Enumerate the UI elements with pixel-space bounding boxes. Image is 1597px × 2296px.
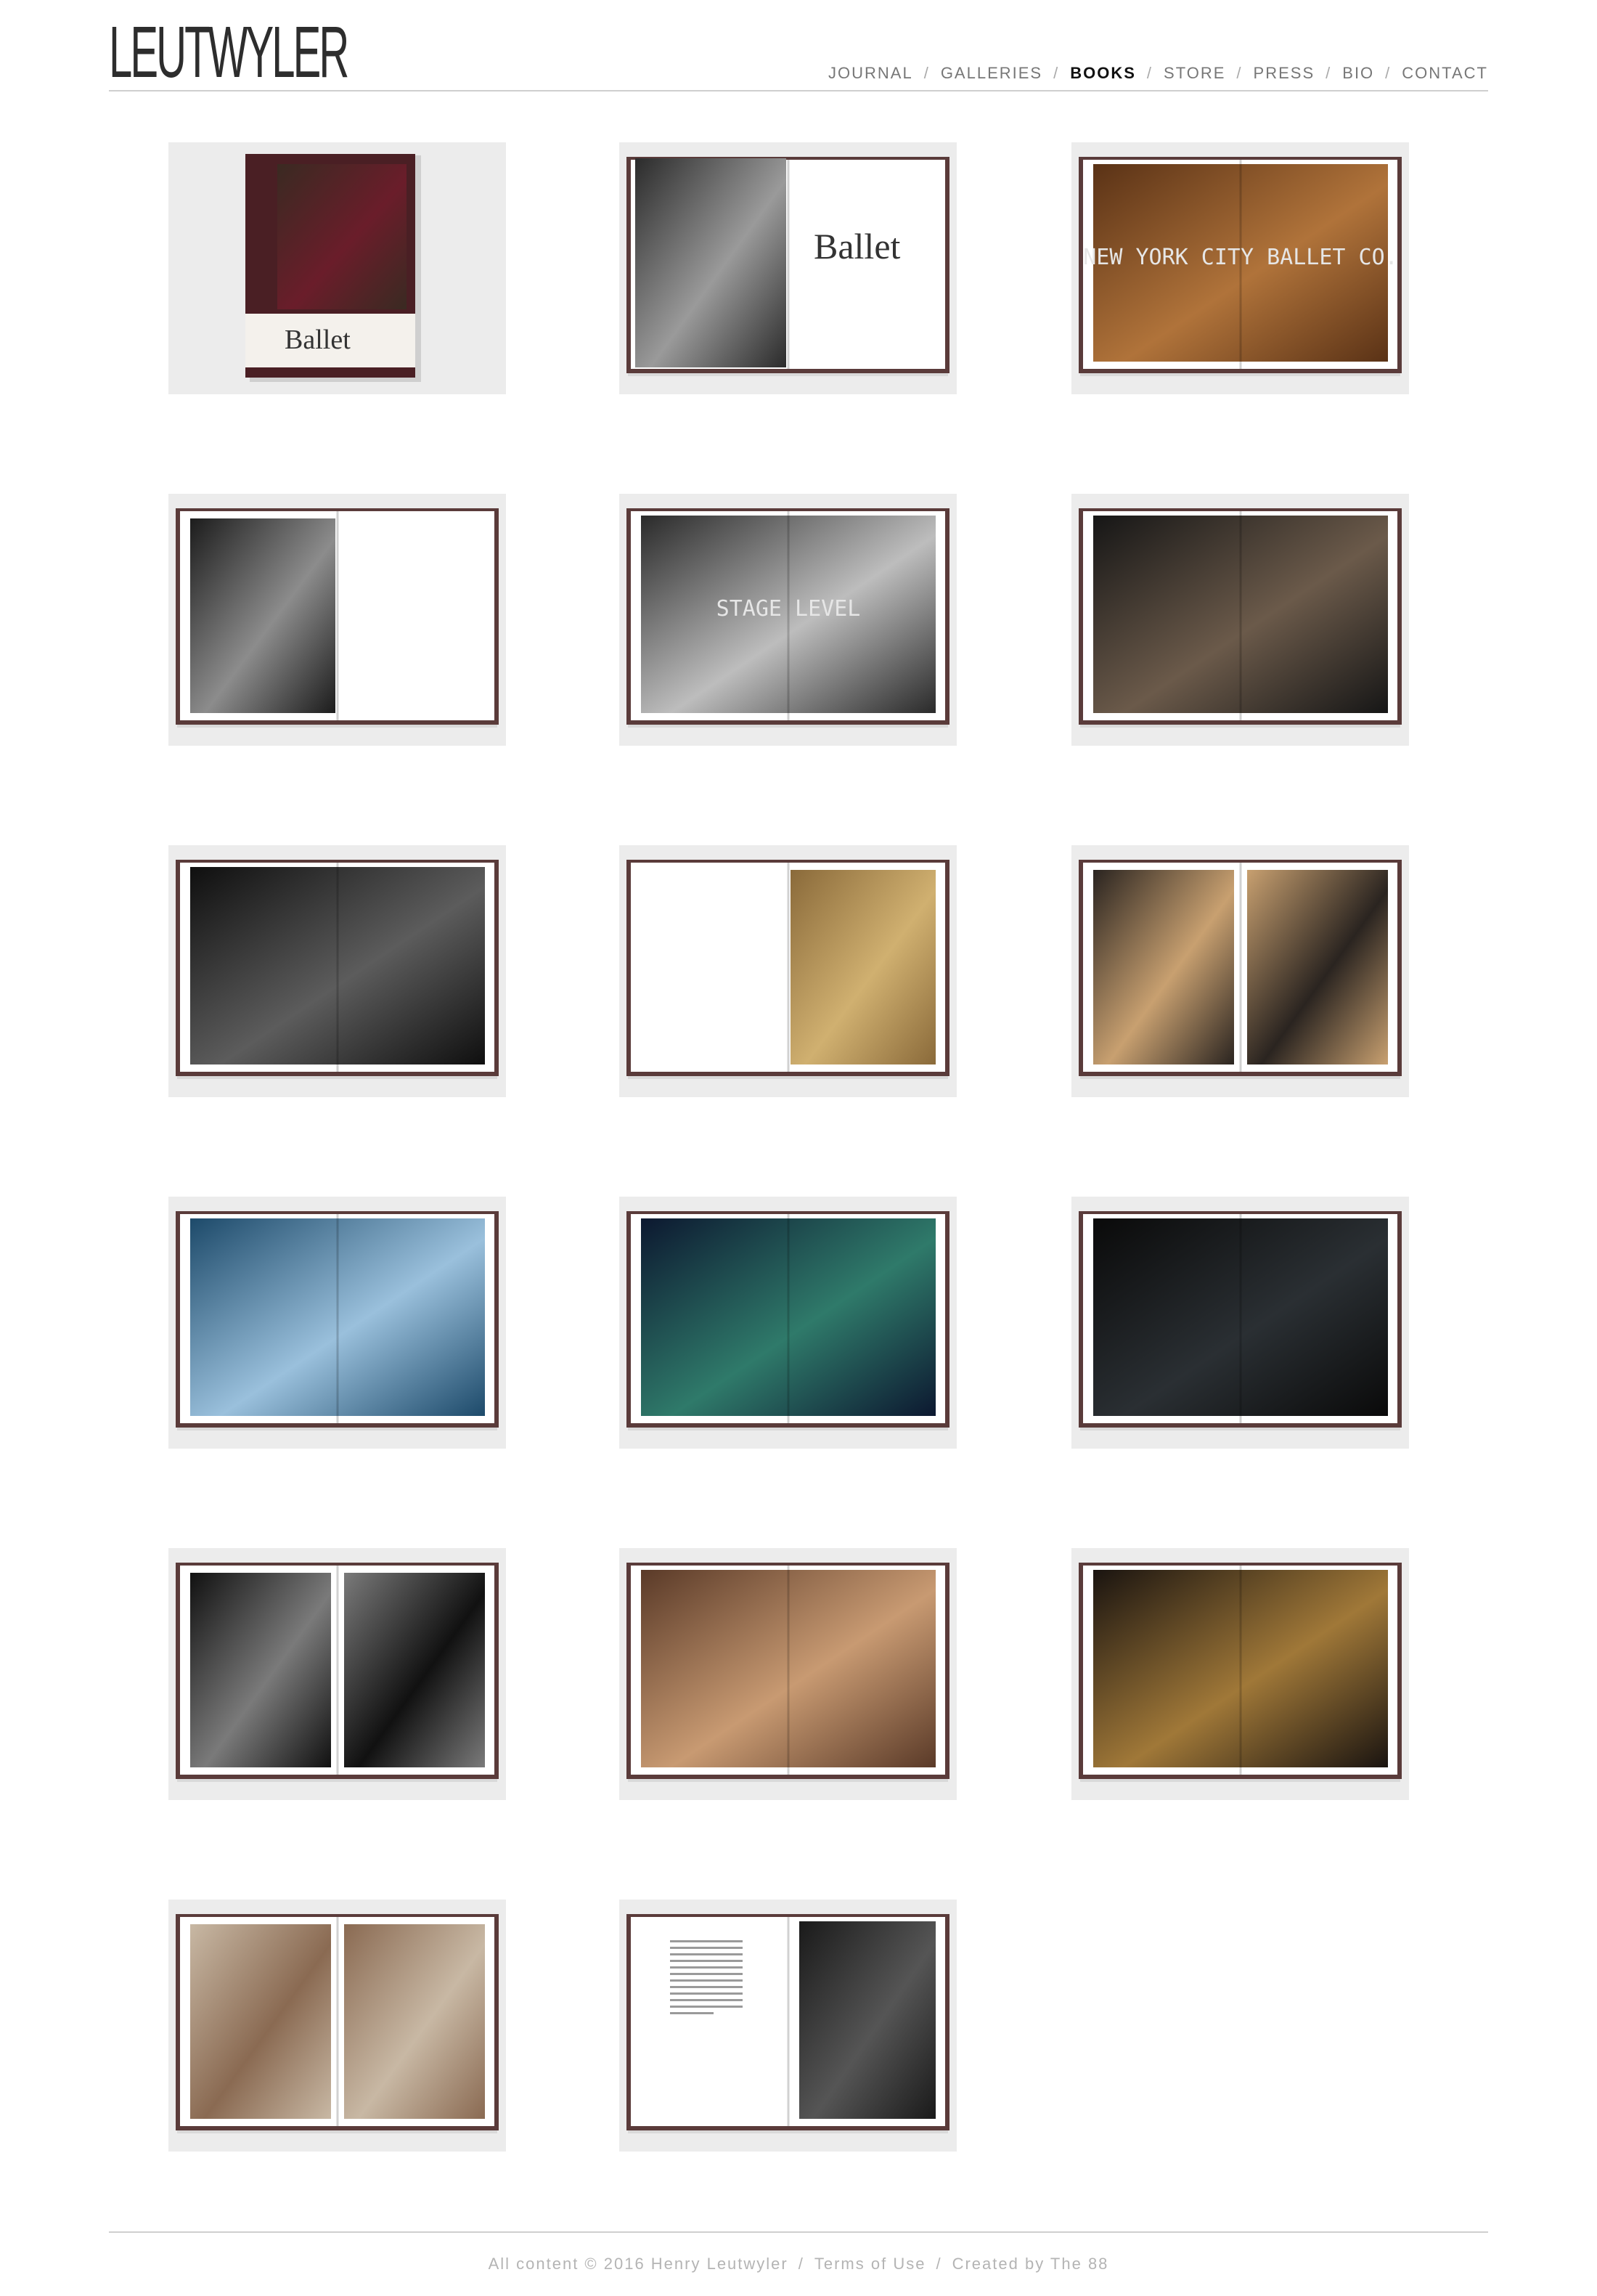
- book-spread-thumbnail[interactable]: [168, 845, 506, 1097]
- book-spread-thumbnail[interactable]: [168, 1197, 506, 1449]
- nav-separator: /: [1146, 64, 1153, 82]
- nav-books[interactable]: BOOKS: [1070, 64, 1136, 83]
- book-spread-thumbnail[interactable]: [1071, 845, 1409, 1097]
- book-spread-image: STAGE LEVEL: [626, 508, 949, 728]
- nav-press[interactable]: PRESS: [1254, 64, 1315, 83]
- svg-text:Ballet: Ballet: [285, 325, 351, 355]
- nav-separator: /: [1326, 64, 1332, 82]
- book-spread-thumbnail[interactable]: [1071, 1197, 1409, 1449]
- credit-link[interactable]: Created by The 88: [952, 2255, 1109, 2273]
- footer-separator: /: [798, 2255, 804, 2273]
- terms-link[interactable]: Terms of Use: [814, 2255, 926, 2273]
- nav-separator: /: [1053, 64, 1060, 82]
- nav-separator: /: [923, 64, 930, 82]
- book-spread-thumbnail[interactable]: Ballet: [619, 142, 957, 394]
- book-spread-image: [176, 860, 499, 1079]
- footer-separator: /: [936, 2255, 942, 2273]
- site-logo[interactable]: LEUTWYLER: [109, 16, 349, 89]
- book-spread-image: [176, 1563, 499, 1782]
- book-spread-image: Ballet: [626, 157, 949, 376]
- book-spread-image: [176, 1914, 499, 2133]
- book-spread-thumbnail[interactable]: [1071, 1548, 1409, 1800]
- nav-galleries[interactable]: GALLERIES: [941, 64, 1042, 83]
- book-spread-thumbnail[interactable]: [168, 494, 506, 746]
- nav-journal[interactable]: JOURNAL: [828, 64, 913, 83]
- book-spread-image: [626, 860, 949, 1079]
- nav-bio[interactable]: BIO: [1342, 64, 1374, 83]
- book-spread-thumbnail[interactable]: [619, 1900, 957, 2152]
- book-spread-thumbnail[interactable]: [168, 1900, 506, 2152]
- book-spread-image: [1079, 1563, 1402, 1782]
- book-spread-image: [176, 508, 499, 728]
- book-spread-image: [626, 1211, 949, 1430]
- book-spread-thumbnail[interactable]: Ballet: [168, 142, 506, 394]
- nav-separator: /: [1236, 64, 1243, 82]
- copyright-text: All content © 2016 Henry Leutwyler: [488, 2255, 788, 2273]
- svg-text:Ballet: Ballet: [814, 226, 901, 266]
- book-spread-image: Ballet: [245, 154, 421, 382]
- book-spread-thumbnail[interactable]: STAGE LEVEL: [619, 494, 957, 746]
- book-spread-image: [626, 1914, 949, 2133]
- book-spread-image: NEW YORK CITY BALLET CO.: [1079, 157, 1402, 376]
- book-spread-thumbnail[interactable]: [619, 845, 957, 1097]
- site-header: LEUTWYLER JOURNAL / GALLERIES / BOOKS / STORE /…: [109, 0, 1488, 91]
- book-spread-image: [626, 1563, 949, 1782]
- book-spread-image: [176, 1211, 499, 1430]
- footer-divider: [109, 2231, 1488, 2233]
- book-spread-image: [1079, 508, 1402, 728]
- book-spread-thumbnail[interactable]: [1071, 494, 1409, 746]
- nav-separator: /: [1385, 64, 1392, 82]
- book-spread-thumbnail[interactable]: [619, 1548, 957, 1800]
- book-spread-image: [1079, 1211, 1402, 1430]
- nav-contact[interactable]: CONTACT: [1402, 64, 1488, 83]
- book-spread-thumbnail[interactable]: [168, 1548, 506, 1800]
- book-spread-thumbnail[interactable]: NEW YORK CITY BALLET CO.: [1071, 142, 1409, 394]
- nav-store[interactable]: STORE: [1164, 64, 1225, 83]
- site-footer: All content © 2016 Henry Leutwyler / Terms…: [0, 2255, 1597, 2273]
- header-divider: [109, 90, 1488, 91]
- main-nav: JOURNAL / GALLERIES / BOOKS / STORE / PRESS / BIO /…: [828, 64, 1488, 83]
- book-spread-image: [1079, 860, 1402, 1079]
- book-spread-thumbnail[interactable]: [619, 1197, 957, 1449]
